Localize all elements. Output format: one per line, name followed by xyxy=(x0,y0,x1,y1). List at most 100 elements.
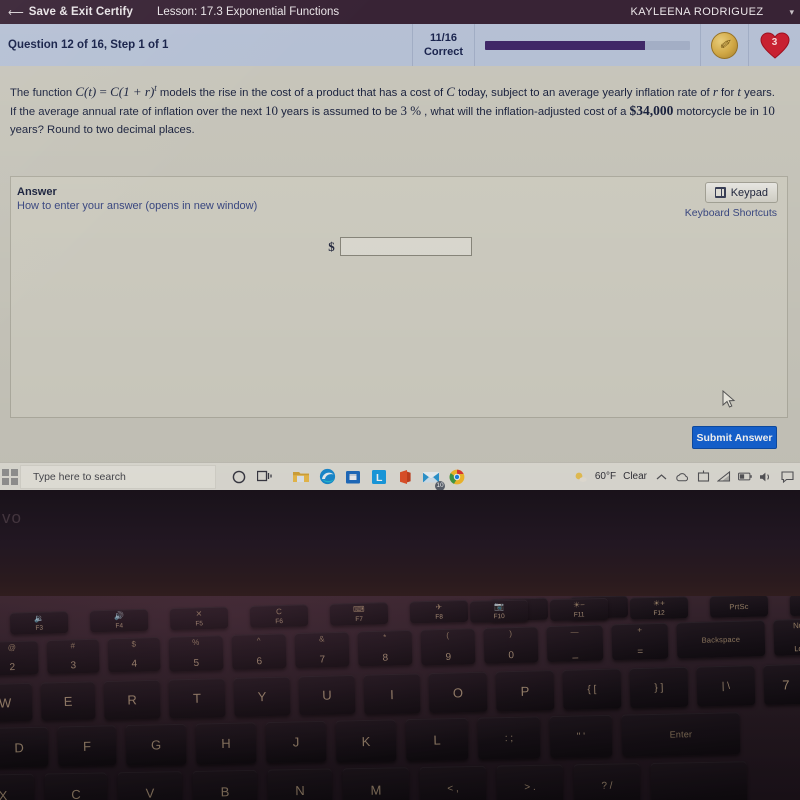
keyboard-shortcuts-link[interactable]: Keyboard Shortcuts xyxy=(685,207,777,219)
key-6[interactable]: ^ 6 xyxy=(231,633,287,670)
key-l[interactable]: L xyxy=(405,717,469,762)
key-h[interactable]: H xyxy=(195,722,257,765)
key-bracket-right[interactable]: } ] xyxy=(629,666,689,709)
key-5[interactable]: % 5 xyxy=(168,635,224,672)
how-to-enter-answer-link[interactable]: How to enter your answer (opens in new w… xyxy=(17,200,257,212)
key-printscreen[interactable]: PrtSc xyxy=(709,596,769,618)
coin-badge-container[interactable]: ✐ xyxy=(700,24,748,66)
back-arrow-icon[interactable]: ⟵ xyxy=(8,6,24,19)
key-backspace[interactable]: Backspace xyxy=(676,620,766,659)
key-f11[interactable]: ☀− F11 xyxy=(549,597,609,622)
key-f12[interactable]: ☀+ F12 xyxy=(629,596,689,620)
key-semicolon[interactable]: : ; xyxy=(477,716,541,760)
key-j[interactable]: J xyxy=(265,720,327,764)
key-f5[interactable]: ✕ F5 xyxy=(169,606,229,631)
start-button-icon[interactable] xyxy=(2,468,18,485)
mail-badge-count: 10 xyxy=(435,480,445,490)
score-label: Correct xyxy=(423,46,464,58)
q-seg-9: years? Round to two decimal places. xyxy=(10,123,195,136)
key-f3[interactable]: 🔉 F3 xyxy=(9,611,69,635)
key-o[interactable]: O xyxy=(428,671,488,714)
save-and-exit-link[interactable]: Save & Exit Certify xyxy=(29,6,133,18)
task-view-icon[interactable] xyxy=(252,464,278,490)
key-u[interactable]: U xyxy=(298,674,356,716)
key-numlock[interactable]: Num Lock xyxy=(773,618,800,656)
key-d[interactable]: D xyxy=(0,726,49,768)
lives-container: 3 xyxy=(748,24,800,66)
key-shift-right[interactable] xyxy=(650,761,748,800)
key-c[interactable]: C xyxy=(44,772,108,800)
edge-icon[interactable] xyxy=(314,464,340,490)
lenovo-vantage-icon[interactable]: L xyxy=(366,464,392,490)
chevron-down-icon[interactable]: ▾ xyxy=(789,7,794,18)
key-enter[interactable]: Enter xyxy=(621,712,741,757)
file-explorer-icon[interactable] xyxy=(288,464,314,490)
key-9[interactable]: ( 9 xyxy=(420,628,476,666)
volume-icon[interactable] xyxy=(759,470,773,484)
onedrive-icon[interactable] xyxy=(675,470,689,484)
key-x[interactable]: X xyxy=(0,773,35,800)
key-f6[interactable]: C F6 xyxy=(249,604,309,628)
key-numpad-7[interactable]: 7 xyxy=(763,663,800,705)
onedrive-sync-icon[interactable] xyxy=(696,470,710,484)
key-3[interactable]: # 3 xyxy=(46,638,100,675)
q-seg-6: years is assumed to be xyxy=(277,106,401,119)
lesson-title: Lesson: 17.3 Exponential Functions xyxy=(156,6,340,18)
weather-temperature[interactable]: 60°F xyxy=(595,471,616,482)
key-backslash[interactable]: | \ xyxy=(696,665,756,707)
wifi-icon[interactable] xyxy=(717,470,731,484)
key-comma[interactable]: < , xyxy=(419,765,487,800)
key-f10[interactable]: 📷 F10 xyxy=(469,599,529,623)
progress-track xyxy=(485,40,690,50)
action-center-icon[interactable] xyxy=(780,470,794,484)
key-insert[interactable]: Insert xyxy=(789,596,800,617)
weather-sun-icon xyxy=(574,470,588,484)
key-f8[interactable]: ✈ F8 xyxy=(409,599,469,624)
key-f7[interactable]: ⌨ F7 xyxy=(329,602,389,626)
key-m[interactable]: M xyxy=(342,767,410,800)
battery-icon[interactable] xyxy=(738,470,752,484)
keypad-button[interactable]: Keypad xyxy=(704,182,778,203)
key-y[interactable]: Y xyxy=(233,676,291,717)
store-icon[interactable] xyxy=(340,464,366,490)
key-quote[interactable]: " ' xyxy=(549,714,613,759)
submit-answer-button[interactable]: Submit Answer xyxy=(692,426,777,449)
key-i[interactable]: I xyxy=(363,673,421,715)
key-t[interactable]: T xyxy=(168,678,226,719)
key-equals[interactable]: + = xyxy=(611,622,669,661)
cortana-circle-icon[interactable] xyxy=(226,464,252,490)
key-slash[interactable]: ? / xyxy=(573,763,641,800)
key-k[interactable]: K xyxy=(335,719,397,763)
chrome-icon[interactable] xyxy=(444,464,470,490)
key-7[interactable]: & 7 xyxy=(294,631,350,669)
key-e[interactable]: E xyxy=(40,681,96,721)
key-lower-glyph: = xyxy=(637,646,644,658)
key-minus[interactable]: — _ xyxy=(546,624,604,663)
key-p[interactable]: P xyxy=(495,670,555,712)
key-bracket-left[interactable]: { [ xyxy=(562,668,622,710)
user-name[interactable]: KAYLEENA RODRIGUEZ xyxy=(631,6,764,18)
key-f[interactable]: F xyxy=(57,725,117,767)
key-glyph: C xyxy=(275,607,282,617)
mail-icon[interactable]: 10 xyxy=(418,464,445,490)
system-tray: 60°F Clear xyxy=(574,470,800,484)
key-v[interactable]: V xyxy=(117,771,183,800)
search-input[interactable]: Type here to search xyxy=(20,464,216,489)
key-4[interactable]: $ 4 xyxy=(107,636,161,673)
weather-description[interactable]: Clear xyxy=(623,471,647,482)
chevron-up-icon[interactable] xyxy=(654,470,668,484)
answer-input[interactable] xyxy=(339,237,472,256)
key-g[interactable]: G xyxy=(125,723,187,767)
office-icon[interactable] xyxy=(392,464,418,490)
key-r[interactable]: R xyxy=(103,679,161,721)
key-8[interactable]: * 8 xyxy=(357,629,413,667)
key-period[interactable]: > . xyxy=(496,764,564,800)
key-lower-glyph: 8 xyxy=(382,652,389,664)
key-0[interactable]: ) 0 xyxy=(483,626,539,664)
key-n[interactable]: N xyxy=(267,768,333,800)
key-b[interactable]: B xyxy=(192,769,258,800)
key-2[interactable]: @ 2 xyxy=(0,640,39,676)
key-lower-glyph: 2 xyxy=(9,661,16,674)
key-f4[interactable]: 🔊 F4 xyxy=(89,608,149,633)
key-w[interactable]: W xyxy=(0,682,33,723)
